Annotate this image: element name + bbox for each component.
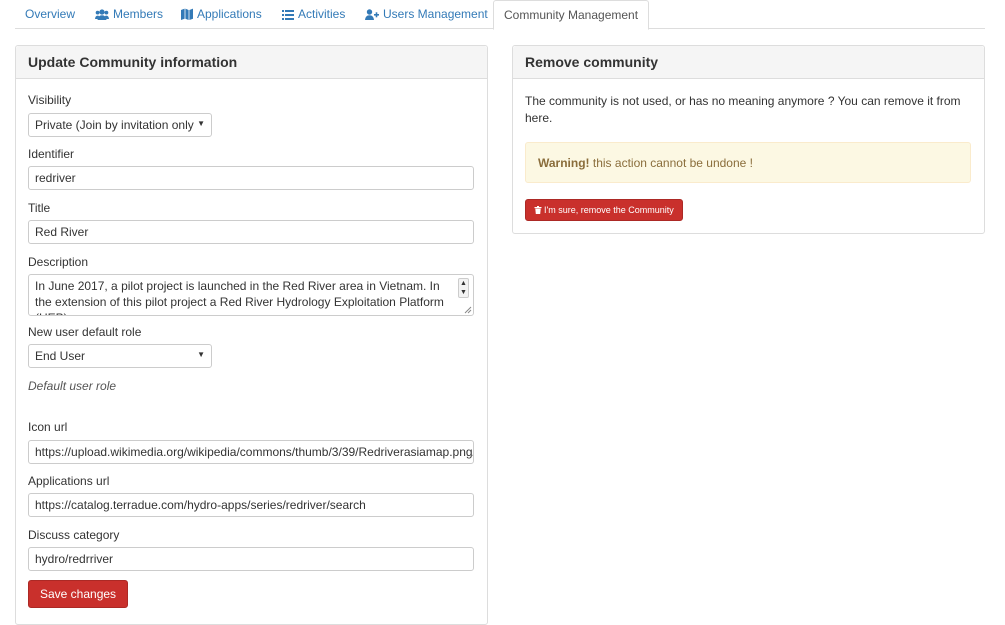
tab-members[interactable]: Members xyxy=(85,0,173,29)
tab-label: Members xyxy=(113,7,164,21)
tab-overview[interactable]: Overview xyxy=(15,0,85,29)
resize-grip-icon[interactable] xyxy=(464,306,472,314)
scroll-arrows-icon[interactable]: ▲ ▼ xyxy=(458,278,469,298)
discuss-category-input[interactable]: hydro/redrriver xyxy=(28,547,474,571)
tab-users-management[interactable]: Users Management xyxy=(355,0,498,29)
description-label: Description xyxy=(28,255,89,269)
tab-label: Overview xyxy=(25,7,76,21)
tab-label: Applications xyxy=(197,7,262,21)
tab-label: Activities xyxy=(298,7,346,21)
dropdown-caret-icon: ▼ xyxy=(197,119,205,128)
panel-title: Remove community xyxy=(513,46,984,79)
warning-alert: Warning! this action cannot be undone ! xyxy=(525,142,971,183)
users-icon xyxy=(95,9,109,23)
visibility-value: Private (Join by invitation only xyxy=(35,118,194,132)
tab-applications[interactable]: Applications xyxy=(171,0,272,29)
default-role-select[interactable]: End User ▼ xyxy=(28,344,212,368)
tab-label: Community Management xyxy=(504,8,639,22)
default-role-label: New user default role xyxy=(28,325,142,339)
tab-label: Users Management xyxy=(383,7,488,21)
default-role-help: Default user role xyxy=(28,379,117,393)
title-input[interactable]: Red River xyxy=(28,220,474,244)
default-role-value: End User xyxy=(35,349,86,363)
tab-activities[interactable]: Activities xyxy=(272,0,355,29)
warning-strong: Warning! xyxy=(538,156,590,170)
description-text: In June 2017, a pilot project is launche… xyxy=(35,279,444,315)
remove-description: The community is not used, or has no mea… xyxy=(525,94,961,125)
dropdown-caret-icon: ▼ xyxy=(197,350,205,359)
visibility-label: Visibility xyxy=(28,93,72,107)
identifier-input[interactable]: redriver xyxy=(28,166,474,190)
trash-icon xyxy=(534,206,542,214)
icon-url-label: Icon url xyxy=(28,420,68,434)
applications-url-input[interactable]: https://catalog.terradue.com/hydro-apps/… xyxy=(28,493,474,517)
description-textarea[interactable]: In June 2017, a pilot project is launche… xyxy=(28,274,474,316)
remove-community-button[interactable]: I'm sure, remove the Community xyxy=(525,199,683,221)
warning-text: this action cannot be undone ! xyxy=(589,156,753,170)
icon-url-input[interactable]: https://upload.wikimedia.org/wikipedia/c… xyxy=(28,440,474,464)
panel-title: Update Community information xyxy=(16,46,487,79)
identifier-label: Identifier xyxy=(28,147,75,161)
save-button[interactable]: Save changes xyxy=(28,580,129,608)
applications-url-label: Applications url xyxy=(28,474,110,488)
remove-button-label: I'm sure, remove the Community xyxy=(544,205,674,215)
update-community-panel: Update Community information Visibility … xyxy=(15,45,488,625)
title-label: Title xyxy=(28,201,51,215)
tab-bar: Overview Members Applications Activities… xyxy=(15,0,985,30)
user-plus-icon xyxy=(365,9,379,23)
tab-community-management[interactable]: Community Management xyxy=(493,0,650,30)
map-icon xyxy=(181,8,193,23)
remove-community-panel: Remove community The community is not us… xyxy=(512,45,985,234)
visibility-select[interactable]: Private (Join by invitation only ▼ xyxy=(28,113,212,137)
list-icon xyxy=(282,9,294,23)
discuss-category-label: Discuss category xyxy=(28,528,120,542)
